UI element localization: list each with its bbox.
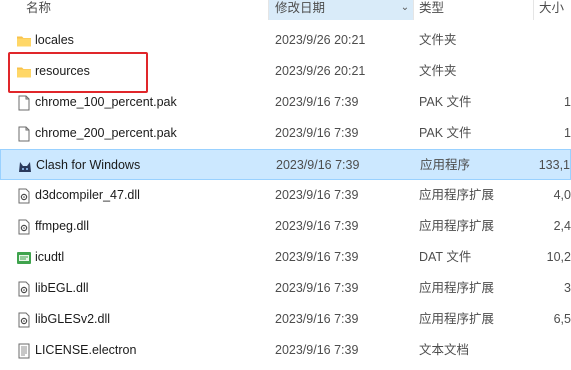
file-size: 4,0 [553,188,571,202]
file-date: 2023/9/16 7:39 [275,126,359,140]
file-row-clash-for-windows[interactable]: Clash for Windows 2023/9/16 7:39 应用程序 13… [0,149,571,180]
file-name: chrome_100_percent.pak [35,95,177,109]
file-name: icudtl [35,250,65,264]
file-size: 10,2 [546,250,571,264]
folder-icon [17,36,31,47]
column-header: 名称 修改日期 ⌄ 类型 大小 [0,0,571,20]
file-date: 2023/9/16 7:39 [275,219,359,233]
file-name: ffmpeg.dll [35,219,89,233]
column-header-name[interactable]: 名称 [26,0,51,20]
file-name: chrome_200_percent.pak [35,126,177,140]
file-type: 应用程序扩展 [419,281,495,295]
file-type: PAK 文件 [419,95,472,109]
folder-icon [17,67,31,78]
file-size: 1 [564,126,571,140]
file-name: resources [35,64,90,78]
file-row-ffmpeg[interactable]: ffmpeg.dll 2023/9/16 7:39 应用程序扩展 2,4 [0,211,571,242]
file-date: 2023/9/16 7:39 [275,188,359,202]
file-type: DAT 文件 [419,250,472,264]
file-row-chrome-200[interactable]: chrome_200_percent.pak 2023/9/16 7:39 PA… [0,118,571,149]
file-name: d3dcompiler_47.dll [35,188,140,202]
dll-icon [18,188,30,204]
file-type: 应用程序扩展 [419,219,495,233]
file-name: libGLESv2.dll [35,312,111,326]
file-type: 应用程序 [420,158,471,172]
file-row-resources[interactable]: resources 2023/9/26 20:21 文件夹 [0,56,571,87]
file-type: 文件夹 [419,64,457,78]
file-date: 2023/9/16 7:39 [275,281,359,295]
file-name: libEGL.dll [35,281,89,295]
column-header-date[interactable]: 修改日期 [269,0,413,20]
file-row-icudtl[interactable]: icudtl 2023/9/16 7:39 DAT 文件 10,2 [0,242,571,273]
file-icon [18,95,30,111]
clash-app-icon [19,162,31,172]
column-header-size[interactable]: 大小 [533,0,564,20]
file-date: 2023/9/16 7:39 [275,343,359,357]
file-type: PAK 文件 [419,126,472,140]
file-date: 2023/9/16 7:39 [275,250,359,264]
file-date: 2023/9/16 7:39 [275,312,359,326]
file-type: 应用程序扩展 [419,188,495,202]
file-name: LICENSE.electron [35,343,137,357]
file-row-chrome-100[interactable]: chrome_100_percent.pak 2023/9/16 7:39 PA… [0,87,571,118]
file-size: 6,5 [553,312,571,326]
file-size: 1 [564,95,571,109]
file-row-d3dcompiler[interactable]: d3dcompiler_47.dll 2023/9/16 7:39 应用程序扩展… [0,180,571,211]
file-name: locales [35,33,74,47]
text-file-icon [18,343,30,359]
file-size: 133,1 [538,158,570,172]
dat-icon [17,252,31,264]
file-type: 应用程序扩展 [419,312,495,326]
file-date: 2023/9/16 7:39 [275,95,359,109]
file-type: 文本文档 [419,343,470,357]
file-date: 2023/9/16 7:39 [276,158,360,172]
file-type: 文件夹 [419,33,457,47]
chevron-down-icon[interactable]: ⌄ [397,0,413,20]
column-header-type[interactable]: 类型 [413,0,444,20]
dll-icon [18,219,30,235]
file-date: 2023/9/26 20:21 [275,64,366,78]
dll-icon [18,281,30,297]
file-name: Clash for Windows [36,158,141,172]
file-date: 2023/9/26 20:21 [275,33,366,47]
file-row-libegl[interactable]: libEGL.dll 2023/9/16 7:39 应用程序扩展 3 [0,273,571,304]
file-row-license-electron[interactable]: LICENSE.electron 2023/9/16 7:39 文本文档 [0,335,571,366]
file-size: 2,4 [553,219,571,233]
file-row-libglesv2[interactable]: libGLESv2.dll 2023/9/16 7:39 应用程序扩展 6,5 [0,304,571,335]
file-icon [18,126,30,142]
file-size: 3 [564,281,571,295]
file-row-locales[interactable]: locales 2023/9/26 20:21 文件夹 [0,25,571,56]
dll-icon [18,312,30,328]
